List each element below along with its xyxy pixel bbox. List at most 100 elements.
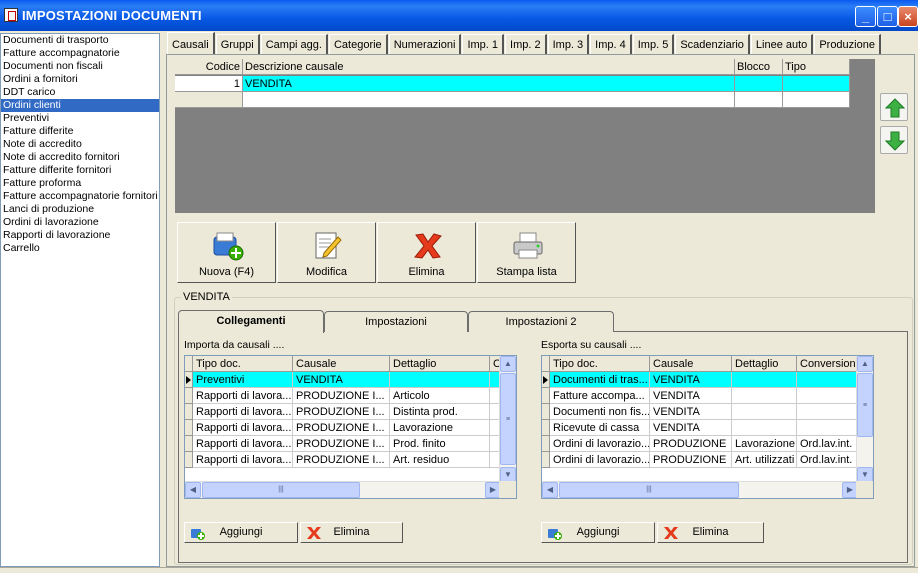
move-down-button[interactable]	[880, 126, 908, 154]
scroll-left-icon[interactable]: ◀	[542, 482, 558, 498]
scroll-up-icon[interactable]: ▲	[857, 356, 873, 372]
scroll-up-icon[interactable]: ▲	[500, 356, 516, 372]
table-cell[interactable]: Art. residuo	[390, 452, 490, 468]
list-item[interactable]: DDT carico	[1, 86, 159, 99]
tab-impostazioni[interactable]: Impostazioni	[324, 311, 468, 332]
list-item[interactable]: Ordini di lavorazione	[1, 216, 159, 229]
table-cell[interactable]: VENDITA	[650, 372, 732, 388]
list-item[interactable]: Rapporti di lavorazione	[1, 229, 159, 242]
row-header[interactable]	[185, 372, 193, 388]
tab-collegamenti[interactable]: Collegamenti	[178, 310, 324, 333]
move-up-button[interactable]	[880, 93, 908, 121]
table-row[interactable]: 1 VENDITA	[175, 76, 850, 92]
tab-imp-1[interactable]: Imp. 1	[462, 34, 505, 54]
list-item[interactable]: Fatture accompagnatorie	[1, 47, 159, 60]
minimize-button[interactable]: _	[855, 6, 876, 27]
table-cell[interactable]	[732, 388, 797, 404]
scroll-left-icon[interactable]: ◀	[185, 482, 201, 498]
table-cell[interactable]: Documenti di tras...	[550, 372, 650, 388]
row-header[interactable]	[185, 436, 193, 452]
row-header[interactable]	[542, 388, 550, 404]
row-header[interactable]	[542, 404, 550, 420]
table-cell[interactable]	[390, 372, 490, 388]
horizontal-scrollbar[interactable]: ◀ ||| ▶	[542, 481, 858, 498]
col-header[interactable]: Tipo doc.	[550, 356, 650, 372]
list-item[interactable]: Fatture differite	[1, 125, 159, 138]
scroll-thumb[interactable]: |||	[202, 482, 360, 498]
table-cell[interactable]: VENDITA	[293, 372, 390, 388]
scroll-thumb[interactable]: ≡	[857, 373, 873, 437]
list-item[interactable]: Fatture differite fornitori	[1, 164, 159, 177]
table-cell[interactable]: Ricevute di cassa	[550, 420, 650, 436]
modifica-button[interactable]: Modifica	[277, 222, 376, 283]
row-header[interactable]	[185, 388, 193, 404]
causali-grid[interactable]: Codice Descrizione causale Blocco Tipo 1…	[175, 59, 875, 213]
table-cell[interactable]: Rapporti di lavora...	[193, 436, 293, 452]
table-cell[interactable]: PRODUZIONE I...	[293, 452, 390, 468]
list-item[interactable]: Documenti non fiscali	[1, 60, 159, 73]
row-header[interactable]	[542, 372, 550, 388]
list-item[interactable]: Note di accredito fornitori	[1, 151, 159, 164]
importa-elimina-button[interactable]: Elimina	[300, 522, 403, 543]
row-header[interactable]	[542, 420, 550, 436]
scroll-thumb[interactable]: ≡	[500, 373, 516, 465]
tab-campi-agg[interactable]: Campi agg.	[260, 34, 328, 54]
table-cell[interactable]: Prod. finito	[390, 436, 490, 452]
table-cell[interactable]	[732, 404, 797, 420]
list-item[interactable]: Fatture proforma	[1, 177, 159, 190]
col-header[interactable]: Dettaglio	[390, 356, 490, 372]
table-cell[interactable]: Rapporti di lavora...	[193, 420, 293, 436]
tab-imp-5[interactable]: Imp. 5	[632, 34, 675, 54]
list-item[interactable]: Fatture accompagnatorie fornitori	[1, 190, 159, 203]
tab-scadenziario[interactable]: Scadenziario	[675, 34, 750, 54]
importa-grid[interactable]: Tipo doc.CausaleDettaglioConPreventiviVE…	[184, 355, 517, 499]
nuova-button[interactable]: Nuova (F4)	[177, 222, 276, 283]
tab-imp-2[interactable]: Imp. 2	[505, 34, 547, 54]
row-header[interactable]	[542, 436, 550, 452]
col-header-codice[interactable]: Codice	[175, 59, 243, 75]
list-item[interactable]: Note di accredito	[1, 138, 159, 151]
tab-linee-auto[interactable]: Linee auto	[750, 34, 814, 54]
horizontal-scrollbar[interactable]: ◀ ||| ▶	[185, 481, 501, 498]
maximize-button[interactable]: □	[877, 6, 898, 27]
vertical-scrollbar[interactable]: ▲ ≡ ▼	[856, 356, 873, 483]
row-header[interactable]	[185, 452, 193, 468]
tab-impostazioni-2[interactable]: Impostazioni 2	[468, 311, 614, 332]
list-item[interactable]: Lanci di produzione	[1, 203, 159, 216]
list-item[interactable]: Documenti di trasporto	[1, 34, 159, 47]
tab-produzione[interactable]: Produzione	[814, 34, 881, 54]
importa-aggiungi-button[interactable]: Aggiungi	[184, 522, 298, 543]
table-cell[interactable]	[732, 420, 797, 436]
list-item[interactable]: Ordini a fornitori	[1, 73, 159, 86]
row-header[interactable]	[185, 404, 193, 420]
table-cell[interactable]: Documenti non fis...	[550, 404, 650, 420]
table-cell[interactable]: Ordini di lavorazio...	[550, 452, 650, 468]
row-header[interactable]	[542, 452, 550, 468]
esporta-grid[interactable]: Tipo doc. Causale Dettaglio Conversione Docu…	[541, 355, 874, 499]
table-cell[interactable]: Preventivi	[193, 372, 293, 388]
close-button[interactable]: ×	[898, 6, 918, 27]
scroll-thumb[interactable]: |||	[559, 482, 739, 498]
table-cell[interactable]: Rapporti di lavora...	[193, 404, 293, 420]
tab-imp-3[interactable]: Imp. 3	[547, 34, 590, 54]
table-cell[interactable]: Distinta prod.	[390, 404, 490, 420]
col-header-descrizione[interactable]: Descrizione causale	[243, 59, 735, 75]
tab-numerazioni[interactable]: Numerazioni	[388, 34, 462, 54]
row-header[interactable]	[185, 420, 193, 436]
tab-gruppi[interactable]: Gruppi	[215, 34, 260, 54]
table-cell[interactable]: Art. utilizzati	[732, 452, 797, 468]
list-item[interactable]: Ordini clienti	[1, 99, 159, 112]
table-cell[interactable]: PRODUZIONE I...	[293, 420, 390, 436]
list-item[interactable]: Carrello	[1, 242, 159, 255]
col-header[interactable]: Causale	[650, 356, 732, 372]
table-cell[interactable]: Lavorazione	[732, 436, 797, 452]
table-cell[interactable]: Lavorazione	[390, 420, 490, 436]
col-header[interactable]: Tipo doc.	[193, 356, 293, 372]
list-item[interactable]: Preventivi	[1, 112, 159, 125]
table-cell[interactable]: Fatture accompa...	[550, 388, 650, 404]
vertical-scrollbar[interactable]: ▲ ≡ ▼	[499, 356, 516, 483]
tab-categorie[interactable]: Categorie	[328, 34, 388, 54]
col-header[interactable]: Dettaglio	[732, 356, 797, 372]
esporta-elimina-button[interactable]: Elimina	[657, 522, 764, 543]
table-cell[interactable]: Rapporti di lavora...	[193, 388, 293, 404]
